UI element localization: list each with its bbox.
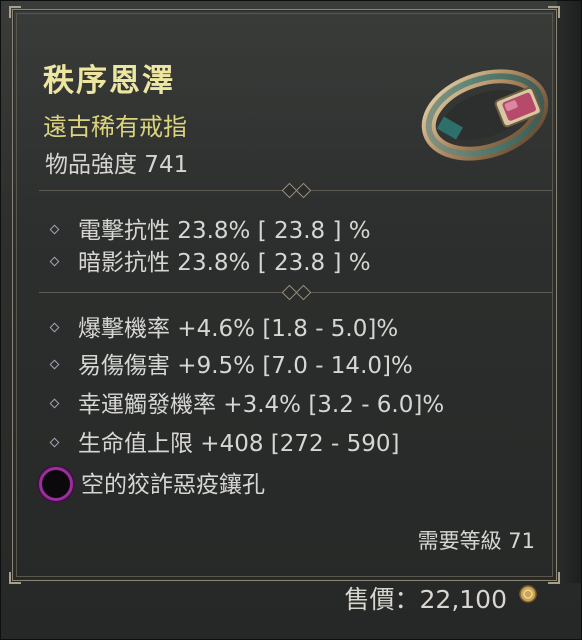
item-rarity-type: 遠古稀有戒指 [43, 113, 187, 141]
ring-icon [421, 69, 549, 161]
corner-ornament [9, 572, 21, 584]
diamond-bullet-icon [49, 359, 60, 370]
corner-ornament [9, 6, 21, 18]
side-strip [557, 1, 581, 583]
affix-text: 生命值上限 +408 [272 - 590] [78, 431, 400, 457]
affix-row: 爆擊機率 +4.6% [1.8 - 5.0]% [49, 309, 399, 342]
diamond-bullet-icon [49, 398, 60, 409]
affix-text: 爆擊機率 +4.6% [1.8 - 5.0]% [78, 316, 399, 342]
section-divider [39, 182, 553, 199]
defensive-stat-row: 暗影抗性 23.8% [ 23.8 ] % [49, 243, 371, 276]
diamond-bullet-icon [49, 224, 60, 235]
empty-socket-icon [39, 467, 73, 501]
affix-text: 易傷傷害 +9.5% [7.0 - 14.0]% [78, 353, 413, 379]
stat-text: 暗影抗性 23.8% [ 23.8 ] % [78, 250, 371, 276]
item-power: 物品強度 741 [45, 152, 189, 178]
level-requirement: 需要等級 71 [417, 529, 535, 553]
gold-coin-icon [519, 585, 537, 603]
affix-text: 幸運觸發機率 +3.4% [3.2 - 6.0]% [78, 392, 445, 418]
socket-label: 空的狡詐惡疫鑲孔 [81, 472, 265, 498]
stat-text: 電擊抗性 23.8% [ 23.8 ] % [78, 218, 371, 244]
corner-ornament [548, 572, 560, 584]
section-divider [39, 284, 553, 301]
sell-price: 售價：22,100 [344, 585, 507, 614]
affix-row: 生命值上限 +408 [272 - 590] [49, 424, 400, 457]
corner-ornament [548, 6, 560, 18]
affix-row: 幸運觸發機率 +3.4% [3.2 - 6.0]% [49, 385, 445, 418]
diamond-bullet-icon [49, 256, 60, 267]
item-tooltip: 秩序恩澤 遠古稀有戒指 物品強度 741 電擊抗性 23.8% [23.8]… [0, 0, 582, 640]
diamond-bullet-icon [49, 437, 60, 448]
defensive-stat-row: 電擊抗性 23.8% [ 23.8 ] % [49, 211, 371, 244]
diamond-bullet-icon [49, 322, 60, 333]
item-name: 秩序恩澤 [43, 63, 175, 99]
affix-row: 易傷傷害 +9.5% [7.0 - 14.0]% [49, 346, 413, 379]
